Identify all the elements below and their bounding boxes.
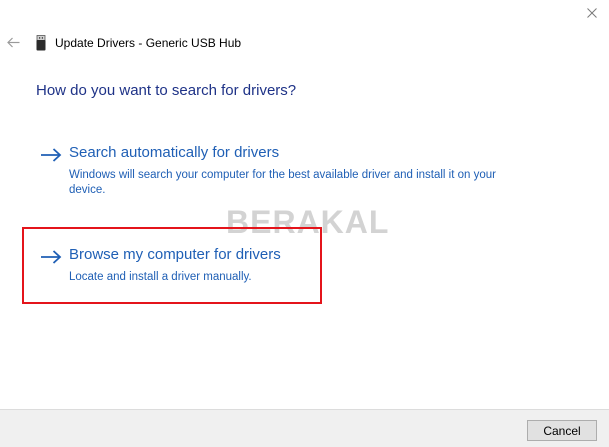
browse-computer-title: Browse my computer for drivers [69,246,281,263]
search-automatically-description: Windows will search your computer for th… [69,169,496,196]
search-automatically-option[interactable]: Search automatically for drivers Windows… [40,144,510,200]
footer-bar: Cancel [0,409,609,447]
close-icon [587,8,597,18]
update-drivers-window: Update Drivers - Generic USB Hub How do … [0,0,609,447]
back-arrow-icon [6,37,19,47]
usb-device-icon [34,34,48,52]
window-title: Update Drivers - Generic USB Hub [55,36,242,50]
window-title-row: Update Drivers - Generic USB Hub [34,34,241,52]
back-button[interactable] [4,33,22,51]
browse-computer-option[interactable]: Browse my computer for drivers Locate an… [40,246,510,286]
arrow-right-icon [41,148,62,162]
close-button[interactable] [581,2,603,24]
arrow-right-icon [41,250,62,264]
page-heading: How do you want to search for drivers? [36,82,297,99]
watermark: BERAKAL [226,204,390,240]
search-automatically-title: Search automatically for drivers [69,144,280,161]
browse-computer-description: Locate and install a driver manually. [69,271,252,283]
cancel-button[interactable]: Cancel [527,420,597,441]
